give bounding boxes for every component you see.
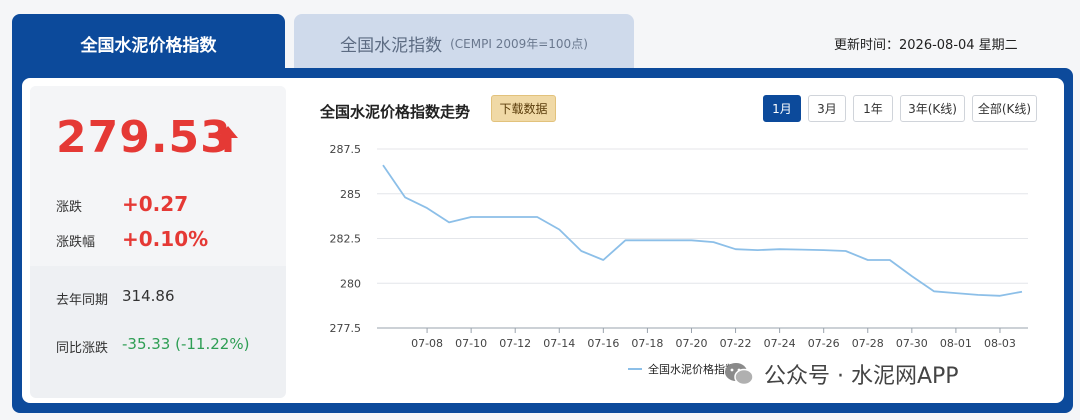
tab-sublabel: (CEMPI 2009年=100点) — [450, 36, 588, 51]
x-tick-label: 07-26 — [808, 337, 840, 350]
x-tick-label: 08-03 — [984, 337, 1016, 350]
tab-national-price-index[interactable]: 全国水泥价格指数 — [12, 14, 285, 72]
x-tick-label: 07-30 — [896, 337, 928, 350]
x-tick-label: 07-08 — [411, 337, 443, 350]
up-arrow-icon — [218, 126, 238, 152]
x-tick-label: 07-10 — [455, 337, 487, 350]
tab-label: 全国水泥价格指数 — [80, 35, 217, 56]
y-tick-label: 287.5 — [330, 143, 362, 156]
y-tick-label: 280 — [340, 277, 361, 290]
x-tick-label: 07-22 — [720, 337, 752, 350]
yoy-value: -35.33 (-11.22%) — [122, 335, 250, 353]
tab-national-cement-index[interactable]: 全国水泥指数 (CEMPI 2009年=100点) — [294, 14, 634, 72]
yoy-label: 同比涨跌 — [56, 341, 109, 356]
range-button-3m[interactable]: 3月 — [808, 95, 846, 122]
range-button-1m[interactable]: 1月 — [763, 95, 801, 122]
y-tick-label: 282.5 — [330, 233, 362, 246]
wechat-icon — [725, 363, 754, 386]
range-button-all-kline[interactable]: 全部(K线) — [972, 95, 1037, 122]
x-tick-label: 07-12 — [499, 337, 531, 350]
last-year-label: 去年同期 — [56, 293, 109, 308]
chart-legend[interactable]: 全国水泥价格指数 — [628, 361, 736, 377]
change-label: 涨跌 — [56, 200, 83, 215]
legend-line-swatch — [628, 368, 642, 370]
last-year-value: 314.86 — [122, 287, 175, 305]
chart-title: 全国水泥价格指数走势 — [320, 103, 471, 121]
series-line — [382, 164, 1023, 297]
range-button-1y[interactable]: 1年 — [853, 95, 893, 122]
tab-label: 全国水泥指数 — [340, 35, 443, 56]
x-tick-label: 07-24 — [764, 337, 796, 350]
y-tick-label: 285 — [340, 188, 361, 201]
x-tick-label: 08-01 — [940, 337, 972, 350]
x-tick-label: 07-18 — [631, 337, 663, 350]
range-button-3y-kline[interactable]: 3年(K线) — [900, 95, 965, 122]
watermark-text: 公众号 · 水泥网APP — [764, 364, 959, 389]
current-index-value: 279.53 — [56, 112, 232, 163]
pct-change-label: 涨跌幅 — [56, 235, 96, 250]
x-tick-label: 07-14 — [543, 337, 575, 350]
legend-label: 全国水泥价格指数 — [648, 363, 736, 376]
download-data-button[interactable]: 下载数据 — [491, 95, 556, 122]
x-tick-label: 07-16 — [587, 337, 619, 350]
x-tick-label: 07-28 — [852, 337, 884, 350]
pct-change-value: +0.10% — [122, 227, 209, 251]
x-tick-label: 07-20 — [675, 337, 707, 350]
y-tick-label: 277.5 — [330, 322, 362, 335]
change-value: +0.27 — [122, 192, 189, 216]
watermark: 公众号 · 水泥网APP — [724, 358, 959, 390]
update-time: 更新时间：2026-08-04 星期二 — [834, 38, 1018, 53]
index-trend-chart: 277.5 280 282.5 285 287.5 07-08 07-10 07-12 07-1… — [330, 143, 1028, 350]
